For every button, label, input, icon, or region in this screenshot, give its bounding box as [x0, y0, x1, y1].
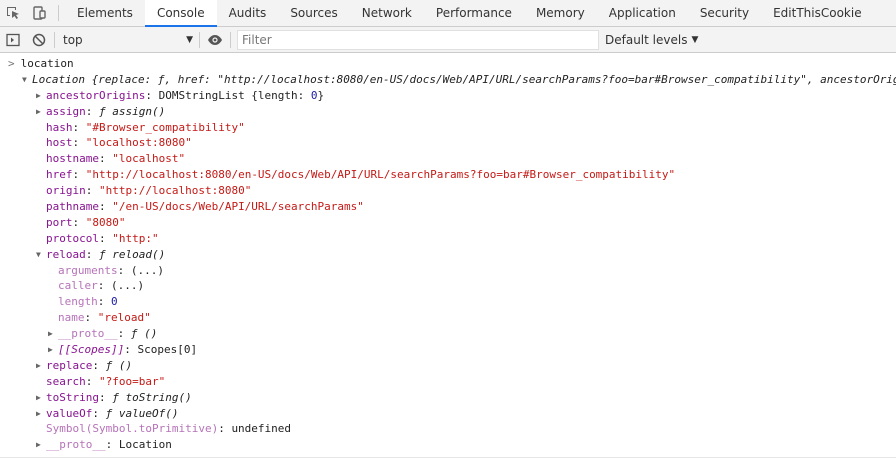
- prop-tostring[interactable]: ▶ toString: ƒ toString(): [0, 390, 896, 406]
- console-command: location: [20, 57, 74, 70]
- tab-editthiscookie[interactable]: EditThisCookie: [761, 0, 874, 26]
- context-selector[interactable]: top ▼: [57, 29, 197, 51]
- expand-arrow-icon[interactable]: ▶: [36, 406, 46, 422]
- location-result-header[interactable]: ▼ Location {replace: ƒ, href: "http://loc…: [0, 72, 896, 88]
- prop-symbol-toprimitive: Symbol(Symbol.toPrimitive): undefined: [46, 422, 292, 436]
- device-toolbar-icon[interactable]: [26, 0, 52, 26]
- tab-security[interactable]: Security: [688, 0, 761, 26]
- show-sidebar-button[interactable]: [0, 27, 26, 53]
- caret-down-icon: ▼: [691, 34, 699, 45]
- prop-hostname: hostname: "localhost": [46, 152, 186, 166]
- prop-protocol: protocol: "http:": [46, 231, 159, 245]
- prop-href: href: "http://localhost:8080/en-US/docs/…: [46, 168, 676, 182]
- prop-reload-scopes[interactable]: ▶ [[Scopes]]: Scopes[0]: [0, 342, 896, 358]
- toolbar-separator: [199, 31, 200, 48]
- result-header-text: Location {replace: ƒ, href: "http://loca…: [32, 72, 896, 86]
- eye-icon: [208, 34, 222, 45]
- prop-host: host: "localhost:8080": [46, 136, 192, 150]
- prop-valueof[interactable]: ▶ valueOf: ƒ valueOf(): [0, 406, 896, 422]
- console-toolbar: top ▼ Default levels ▼: [0, 27, 896, 53]
- tab-console[interactable]: Console: [144, 0, 217, 27]
- expand-arrow-icon[interactable]: ▶: [36, 358, 46, 374]
- toolbar-separator: [54, 31, 55, 48]
- inspect-element-icon[interactable]: [0, 0, 26, 26]
- prop-ancestor-origins[interactable]: ▶ ancestorOrigins: DOMStringList {length:…: [0, 88, 896, 104]
- expand-arrow-icon[interactable]: ▶: [36, 88, 46, 104]
- tab-sources[interactable]: Sources: [278, 0, 349, 26]
- tab-elements[interactable]: Elements: [65, 0, 145, 26]
- devtools-tabbar: Elements Console Audits Sources Network …: [0, 0, 896, 27]
- filter-input[interactable]: [237, 29, 599, 50]
- console-bottom-divider: [0, 457, 896, 458]
- prop-replace[interactable]: ▶ replace: ƒ (): [0, 358, 896, 374]
- expand-arrow-icon[interactable]: ▶: [36, 390, 46, 406]
- expand-arrow-icon[interactable]: ▼: [22, 72, 32, 88]
- prop-proto[interactable]: ▶ __proto__: Location: [0, 437, 896, 453]
- live-expression-button[interactable]: [202, 27, 228, 53]
- log-levels-dropdown[interactable]: Default levels ▼: [605, 33, 698, 47]
- clear-console-icon: [32, 33, 46, 46]
- tab-performance[interactable]: Performance: [424, 0, 524, 26]
- prop-reload[interactable]: ▼ reload: ƒ reload(): [0, 247, 896, 263]
- prop-hash: hash: "#Browser_compatibility": [46, 120, 245, 134]
- expand-arrow-icon[interactable]: ▶: [36, 104, 46, 120]
- console-input-line: > location: [0, 56, 896, 72]
- prop-pathname: pathname: "/en-US/docs/Web/API/URL/searc…: [46, 200, 364, 214]
- expand-arrow-icon[interactable]: ▶: [36, 437, 46, 453]
- prop-reload-name: name: "reload": [58, 311, 151, 325]
- expand-arrow-icon[interactable]: ▶: [48, 326, 58, 342]
- clear-console-button[interactable]: [26, 27, 52, 53]
- prompt-chevron-icon: >: [8, 57, 15, 70]
- prop-reload-length: length: 0: [58, 295, 118, 309]
- prop-reload-proto[interactable]: ▶ __proto__: ƒ (): [0, 326, 896, 342]
- expand-arrow-icon[interactable]: ▶: [48, 342, 58, 358]
- console-output: > location ▼ Location {replace: ƒ, href: "…: [0, 53, 896, 453]
- prop-port: port: "8080": [46, 215, 126, 229]
- tab-network[interactable]: Network: [350, 0, 424, 26]
- sidebar-toggle-icon: [6, 33, 20, 46]
- prop-assign[interactable]: ▶ assign: ƒ assign(): [0, 104, 896, 120]
- prop-search: search: "?foo=bar": [46, 374, 166, 388]
- caret-down-icon: ▼: [186, 34, 193, 45]
- tab-memory[interactable]: Memory: [524, 0, 597, 26]
- prop-reload-arguments[interactable]: arguments: (...): [0, 263, 896, 279]
- tab-application[interactable]: Application: [597, 0, 688, 26]
- log-levels-label: Default levels: [605, 32, 688, 47]
- toolbar-separator: [230, 31, 231, 48]
- tabbar-separator: [58, 5, 59, 21]
- collapse-arrow-icon[interactable]: ▼: [36, 247, 46, 263]
- prop-reload-caller[interactable]: caller: (...): [0, 278, 896, 294]
- context-value: top: [63, 32, 83, 47]
- prop-origin: origin: "http://localhost:8080": [46, 184, 252, 198]
- tab-audits[interactable]: Audits: [217, 0, 279, 26]
